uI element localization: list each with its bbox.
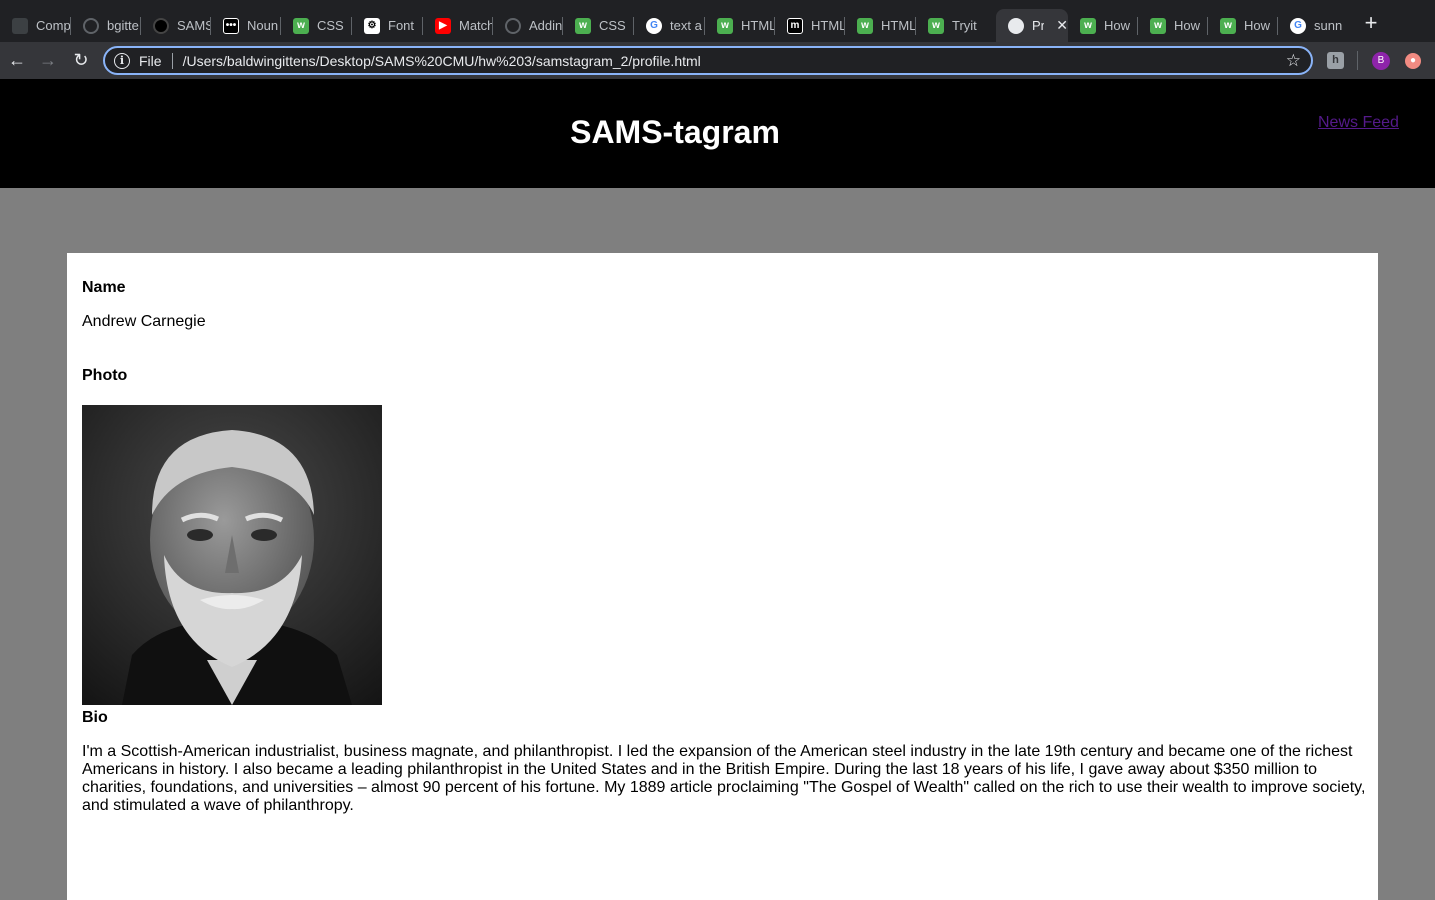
- w3schools-icon: w: [575, 17, 591, 34]
- address-bar[interactable]: i File /Users/baldwingittens/Desktop/SAM…: [103, 46, 1313, 75]
- tab-4[interactable]: w CSS: [281, 9, 352, 42]
- tab-15[interactable]: w How: [1068, 9, 1138, 42]
- tab-5[interactable]: ⚙ Font: [352, 9, 423, 42]
- extension-badge-icon[interactable]: ●: [1405, 53, 1421, 69]
- name-value: Andrew Carnegie: [82, 313, 206, 330]
- tab-active-profile[interactable]: Pr ✕: [996, 9, 1068, 42]
- forward-arrow-icon[interactable]: →: [37, 49, 59, 71]
- tab-1[interactable]: bgitte: [71, 9, 141, 42]
- photo-label: Photo: [82, 367, 128, 384]
- site-header: SAMS-tagram News Feed: [0, 79, 1435, 188]
- tab-11[interactable]: m HTML: [775, 9, 845, 42]
- profile-photo: [82, 405, 382, 705]
- tab-12[interactable]: w HTML: [845, 9, 916, 42]
- bag-icon: [12, 17, 28, 34]
- name-label: Name: [82, 279, 126, 296]
- bookmark-star-icon[interactable]: ☆: [1286, 51, 1301, 71]
- tab-17[interactable]: w How: [1208, 9, 1278, 42]
- sams-icon: [153, 17, 169, 34]
- back-arrow-icon[interactable]: ←: [6, 49, 28, 71]
- profile-card: Name Andrew Carnegie Photo Bio I'm a Sco…: [67, 253, 1378, 900]
- bio-label: Bio: [82, 709, 108, 726]
- tab-strip: Comp bgitte SAMS ••• Noun w CSS ⚙ Font ▶ Mat…: [0, 0, 1435, 42]
- tab-3[interactable]: ••• Noun: [211, 9, 281, 42]
- cog-icon: ⚙: [364, 17, 380, 34]
- google-icon: G: [646, 17, 662, 34]
- google-icon: G: [1290, 17, 1306, 34]
- tab-10[interactable]: w HTML: [705, 9, 775, 42]
- profile-avatar[interactable]: B: [1372, 52, 1390, 70]
- tab-16[interactable]: w How: [1138, 9, 1208, 42]
- extension-icon[interactable]: h: [1327, 52, 1344, 69]
- close-tab-icon[interactable]: ✕: [1056, 17, 1068, 34]
- url-scheme-label: File: [139, 52, 162, 69]
- tab-8[interactable]: w CSS: [563, 9, 634, 42]
- mdn-icon: m: [787, 17, 803, 34]
- tab-7[interactable]: Addin: [493, 9, 563, 42]
- tab-18[interactable]: Gsunn: [1278, 9, 1348, 42]
- github-icon: [83, 17, 99, 34]
- w3schools-icon: w: [1150, 17, 1166, 34]
- w3schools-icon: w: [857, 17, 873, 34]
- reload-icon[interactable]: ↻: [70, 49, 92, 71]
- w3schools-icon: w: [293, 17, 309, 34]
- tab-13[interactable]: w Tryit: [916, 9, 996, 42]
- tab-6[interactable]: ▶ Match: [423, 9, 493, 42]
- info-icon[interactable]: i: [114, 52, 130, 69]
- browser-toolbar: ← → ↻ i File /Users/baldwingittens/Deskt…: [0, 42, 1435, 79]
- tab-0[interactable]: Comp: [0, 9, 71, 42]
- site-title: SAMS-tagram: [570, 114, 780, 150]
- toolbar-divider: [1357, 51, 1358, 70]
- tab-9[interactable]: Gtext a: [634, 9, 705, 42]
- tab-2[interactable]: SAMS: [141, 9, 211, 42]
- youtube-icon: ▶: [435, 17, 451, 34]
- new-tab-plus-icon[interactable]: +: [1360, 12, 1382, 34]
- omnibox-divider: [171, 52, 173, 69]
- bio-text: I'm a Scottish-American industrialist, b…: [82, 743, 1366, 814]
- w3schools-icon: w: [1080, 17, 1096, 34]
- github-icon: [505, 17, 521, 34]
- w3schools-icon: w: [928, 17, 944, 34]
- globe-icon: [1008, 17, 1024, 34]
- news-feed-link[interactable]: News Feed: [1318, 114, 1399, 132]
- noun-project-icon: •••: [223, 17, 239, 34]
- w3schools-icon: w: [717, 17, 733, 34]
- url-text[interactable]: /Users/baldwingittens/Desktop/SAMS%20CMU…: [183, 53, 1286, 69]
- w3schools-icon: w: [1220, 17, 1236, 34]
